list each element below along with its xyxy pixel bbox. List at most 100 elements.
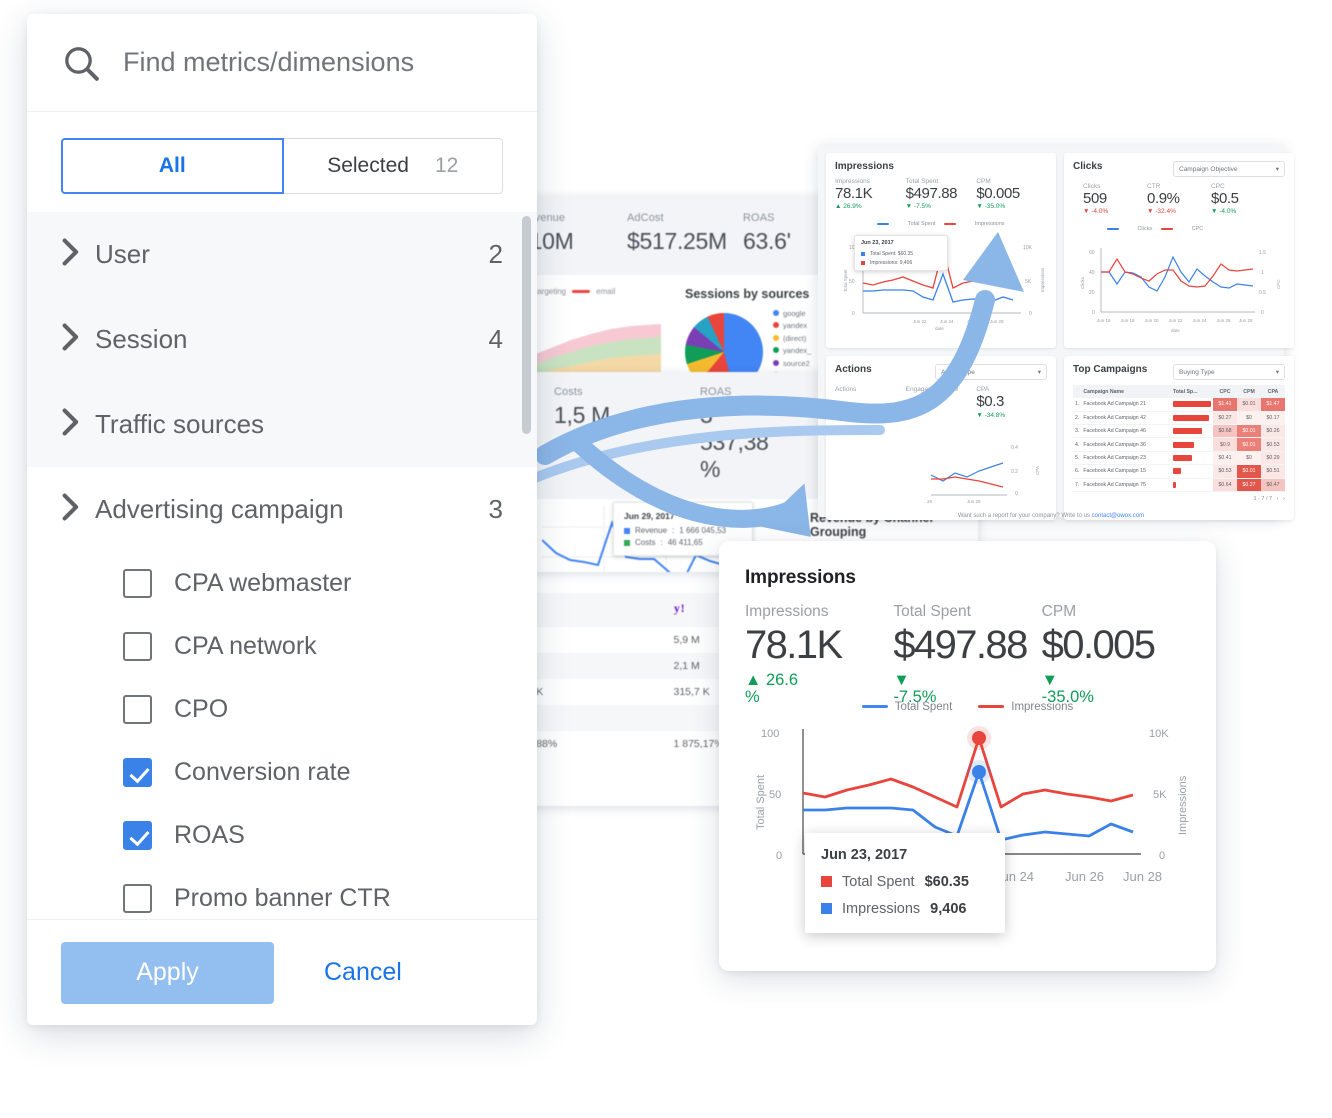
campaign-name: Facebook Ad Campaign 36 bbox=[1081, 437, 1171, 452]
chevron-right-icon bbox=[61, 323, 95, 356]
legend-label: google bbox=[783, 309, 806, 318]
axis-tick: 20 bbox=[1089, 290, 1095, 296]
metric-value: $0.005 bbox=[1041, 623, 1156, 667]
option-row-conversion-rate[interactable]: Conversion rate bbox=[27, 741, 537, 804]
bg-kpi-value: 3 537,38 % bbox=[700, 402, 769, 482]
legend-item: yandex bbox=[773, 321, 811, 332]
search-input[interactable]: Find metrics/dimensions bbox=[123, 47, 414, 78]
row-index: 6. bbox=[1073, 464, 1082, 479]
table-row[interactable]: 2. Facebook Ad Campaign 42 $0.27 $0 $0.1… bbox=[1073, 411, 1285, 426]
option-row-cpo[interactable]: CPO bbox=[27, 678, 537, 741]
legend-label: yandex bbox=[783, 321, 808, 331]
option-row-cpa-network[interactable]: CPA network bbox=[27, 615, 537, 678]
tooltip-value: $60.35 bbox=[924, 873, 969, 890]
cpc-value: $0.68 bbox=[1213, 424, 1237, 439]
legend-item-total-spent: Total Spent bbox=[861, 701, 952, 713]
list-scrollbar[interactable] bbox=[522, 216, 531, 434]
col-cpm: CPM bbox=[1237, 385, 1261, 399]
tab-selected[interactable]: Selected 12 bbox=[282, 138, 503, 194]
table-row[interactable]: 7. Facebook Ad Campaign 75 $0.64 $0.27 $… bbox=[1073, 478, 1285, 492]
card-metrics: Actions Engagement Rate CPA $0.3 ▼ -34.8… bbox=[835, 386, 1047, 418]
tab-all[interactable]: All bbox=[61, 138, 284, 194]
card-metrics: Impressions 78.1K ▲ 26.9% Total Spent $4… bbox=[835, 178, 1047, 210]
metric-total-spent: Total Spent $497.88 ▼ -7.5% bbox=[893, 603, 1041, 707]
svg-text:y: y bbox=[674, 603, 680, 615]
axis-tick: 5K bbox=[1025, 279, 1032, 285]
action-type-select[interactable]: Action Type ▾ bbox=[935, 364, 1047, 381]
table-row[interactable]: 5. Facebook Ad Campaign 23 $0.41 $0 $0.2… bbox=[1073, 451, 1285, 466]
bg-kpi: ROAS 3 537,38 % bbox=[700, 386, 786, 483]
category-label: User bbox=[95, 239, 150, 269]
option-row-cpa-webmaster[interactable]: CPA webmaster bbox=[27, 552, 537, 615]
axis-title: date bbox=[935, 326, 944, 330]
axis-tick: Jun 28 bbox=[1239, 318, 1253, 323]
cpm-value: $0.01 bbox=[1237, 398, 1261, 412]
axis-tick: 1 bbox=[1261, 270, 1264, 276]
campaign-objective-select[interactable]: Campaign Objective ▾ bbox=[1173, 161, 1285, 177]
option-label: CPO bbox=[174, 695, 229, 723]
prev-page-icon[interactable]: ‹ bbox=[1277, 496, 1279, 502]
category-row-advertising-campaign[interactable]: Advertising campaign 3 bbox=[27, 467, 537, 552]
card-metrics: Clicks 509 ▼ -4.0% CTR 0.9% ▼ -32.4% CPC… bbox=[1073, 183, 1285, 215]
filter-tabs: All Selected 12 bbox=[61, 138, 503, 194]
table-pager[interactable]: 1 - 7 / 7 ‹ › bbox=[1073, 496, 1285, 502]
y-axis-tick: 100 bbox=[761, 728, 779, 740]
row-index: 1. bbox=[1073, 398, 1082, 412]
col-total-spent: Total Sp... bbox=[1171, 385, 1213, 399]
checkbox-roas[interactable] bbox=[123, 821, 152, 850]
checkbox-cpa-network[interactable] bbox=[123, 632, 152, 661]
axis-title: Impressions bbox=[1040, 267, 1045, 292]
category-row-session[interactable]: Session 4 bbox=[27, 297, 537, 382]
metric-selector-panel: Find metrics/dimensions All Selected 12 … bbox=[27, 14, 537, 1025]
bg-kpi: ROAS 63.6' bbox=[743, 212, 829, 255]
bg-kpi-value: 1,5 M bbox=[554, 402, 611, 428]
y2-axis-tick: 10K bbox=[1149, 728, 1169, 740]
y2-axis-tick: 5K bbox=[1153, 789, 1167, 801]
metric: CTR 0.9% ▼ -32.4% bbox=[1147, 183, 1211, 215]
bg-kpi-value: $517.25M bbox=[627, 228, 727, 254]
axis-tick: Jun bbox=[967, 319, 975, 324]
checkbox-cpa-webmaster[interactable] bbox=[123, 569, 152, 598]
chevron-down-icon: ▾ bbox=[1275, 369, 1279, 377]
axis-tick: 0 bbox=[1092, 310, 1095, 316]
search-bar[interactable]: Find metrics/dimensions bbox=[27, 14, 537, 112]
table-row[interactable]: 6. Facebook Ad Campaign 15 $0.53 $0.01 $… bbox=[1073, 464, 1285, 479]
table-row[interactable]: 4. Facebook Ad Campaign 36 $0.9 $0.01 $0… bbox=[1073, 437, 1285, 452]
tooltip-row-impressions: Impressions 9,406 bbox=[821, 901, 989, 917]
category-row-traffic-sources[interactable]: Traffic sources bbox=[27, 382, 537, 467]
axis-tick: Jun 22 bbox=[913, 319, 927, 324]
option-row-promo-banner-ctr[interactable]: Promo banner CTR bbox=[27, 867, 537, 919]
option-label: CPA webmaster bbox=[174, 569, 352, 597]
checkbox-promo-banner-ctr[interactable] bbox=[123, 884, 152, 913]
cpm-value: $0 bbox=[1237, 451, 1261, 466]
y-axis-tick: 50 bbox=[769, 789, 781, 801]
tooltip-date: Jun 29, 2017 bbox=[624, 511, 675, 521]
metric-value: $497.88 bbox=[905, 185, 958, 202]
legend-item: Impressions bbox=[944, 215, 1005, 233]
option-row-roas[interactable]: ROAS bbox=[27, 804, 537, 867]
bg-kpi-label: ROAS bbox=[700, 386, 732, 398]
checkbox-cpo[interactable] bbox=[123, 695, 152, 724]
svg-text:!: ! bbox=[680, 603, 684, 615]
category-row-user[interactable]: User 2 bbox=[27, 212, 537, 297]
tab-count: 12 bbox=[434, 154, 459, 177]
bg-sessions-title: Sessions by sources bbox=[685, 287, 810, 301]
cancel-button[interactable]: Cancel bbox=[314, 958, 412, 987]
y-axis-title: Total Spent bbox=[755, 775, 767, 830]
table-row[interactable]: 3. Facebook Ad Campaign 46 $0.68 $0.01 $… bbox=[1073, 424, 1285, 439]
card-header: Top Campaigns Buying Type ▾ bbox=[1073, 364, 1285, 381]
card-header: Impressions bbox=[835, 161, 1047, 172]
checkbox-conversion-rate[interactable] bbox=[123, 758, 152, 787]
y2-axis-tick: 0 bbox=[1159, 850, 1165, 862]
tooltip-label: Costs bbox=[635, 538, 656, 547]
apply-button[interactable]: Apply bbox=[61, 941, 274, 1004]
metric-delta: ▲ 26.6 % bbox=[745, 671, 807, 707]
metric-delta: ▼ -34.8% bbox=[976, 411, 1006, 419]
card-title: Clicks bbox=[1073, 161, 1103, 172]
legend-item: Clicks bbox=[1107, 220, 1152, 238]
cpa-value: $0.29 bbox=[1261, 451, 1285, 466]
buying-type-select[interactable]: Buying Type ▾ bbox=[1173, 364, 1285, 381]
contact-email-link[interactable]: contact@owox.com bbox=[1092, 513, 1144, 519]
next-page-icon[interactable]: › bbox=[1283, 496, 1285, 502]
table-row[interactable]: 1. Facebook Ad Campaign 21 $1.41 $0.01 $… bbox=[1073, 398, 1285, 412]
